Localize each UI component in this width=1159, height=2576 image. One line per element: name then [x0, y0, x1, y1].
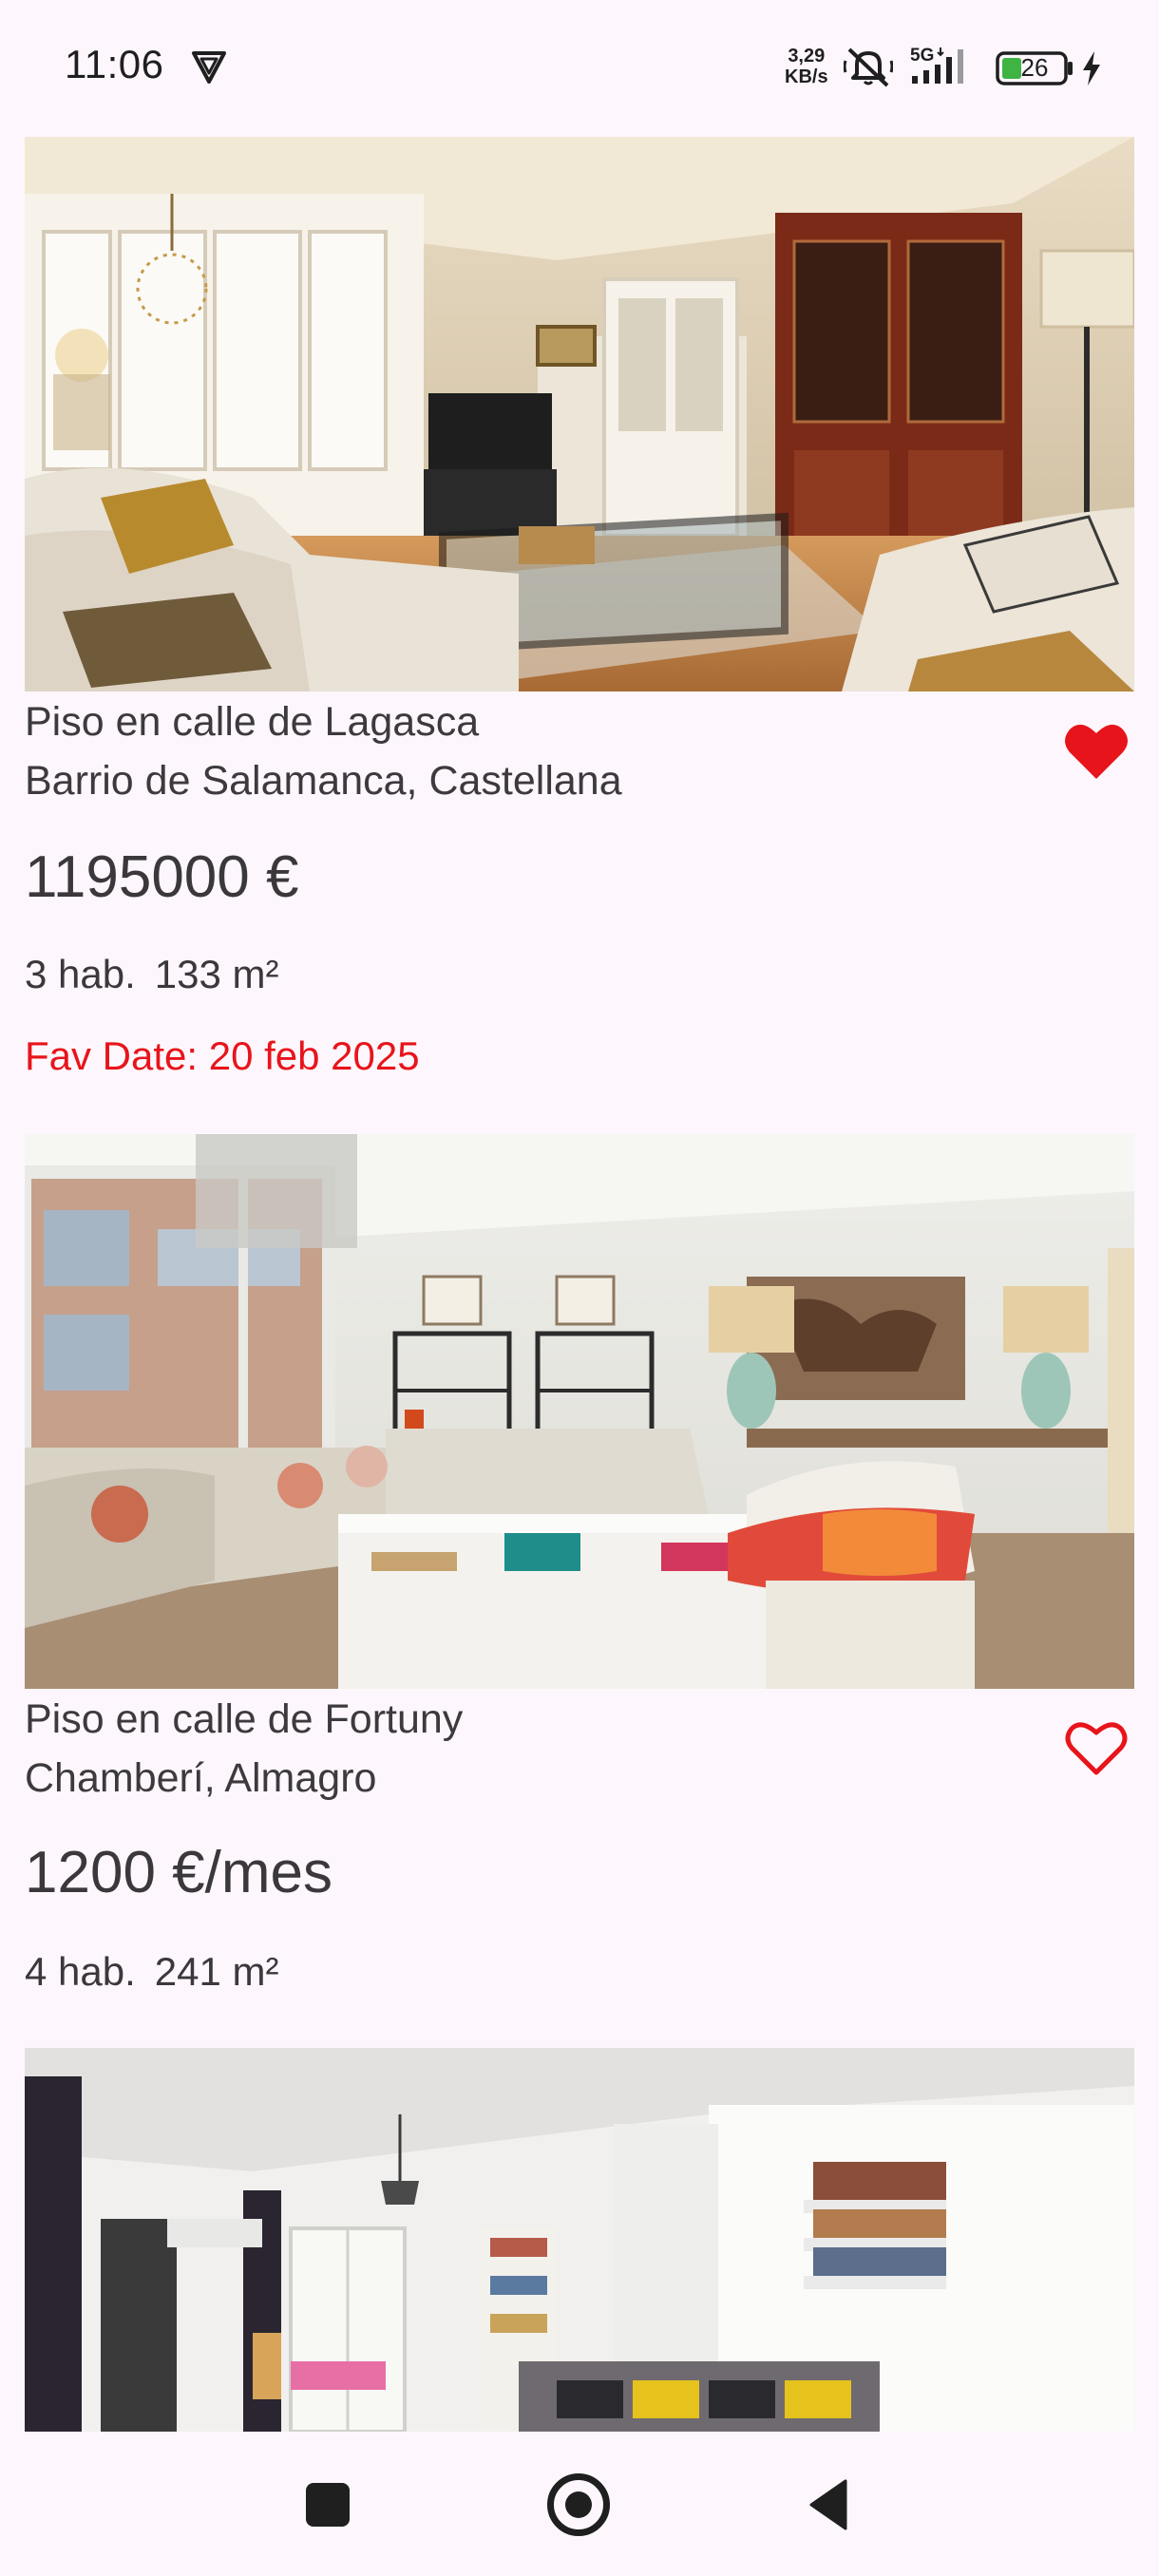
- living-room-image: [25, 2048, 1134, 2432]
- status-time: 11:06: [65, 42, 164, 86]
- listing-photo[interactable]: [25, 137, 1134, 691]
- charging-icon: [1083, 51, 1100, 85]
- favorite-button[interactable]: [1062, 1717, 1130, 1780]
- listing-specs: 3 hab. 133 m²: [25, 952, 298, 997]
- back-icon[interactable]: [808, 2479, 849, 2530]
- network-speed: 3,29 KB/s: [785, 46, 828, 87]
- favorite-date: Fav Date: 20 feb 2025: [25, 1033, 420, 1078]
- battery-level: 26: [1020, 53, 1049, 82]
- network-type: 5G: [910, 46, 934, 66]
- listing-area: 133 m²: [154, 952, 279, 996]
- network-speed-unit: KB/s: [785, 66, 828, 87]
- favorite-button[interactable]: [1062, 720, 1130, 783]
- listing-area: 241 m²: [154, 1949, 279, 1994]
- listing-title: Piso en calle de Lagasca: [25, 699, 480, 745]
- listing-specs: 4 hab. 241 m²: [25, 1949, 298, 1995]
- listing-price: 1195000 €: [25, 844, 299, 910]
- listing-rooms: 4 hab.: [25, 1949, 136, 1994]
- listing-photo[interactable]: [25, 2048, 1134, 2432]
- listing-rooms: 3 hab.: [25, 952, 136, 996]
- home-icon-dot: [565, 2491, 592, 2518]
- network-speed-value: 3,29: [788, 46, 826, 66]
- listing-title: Piso en calle de Fortuny: [25, 1696, 464, 1742]
- living-room-image: [25, 1134, 1134, 1689]
- signal-icon: 5G: [910, 46, 963, 84]
- status-bar: 11:06 3,29 KB/s 5G 26: [0, 0, 1159, 133]
- app-screen: 11:06 3,29 KB/s 5G 26 Piso en calle de L…: [0, 0, 1159, 2576]
- vpn-icon: [192, 51, 226, 84]
- recent-apps-icon[interactable]: [306, 2483, 350, 2527]
- home-icon[interactable]: [547, 2473, 610, 2536]
- heart-outline-icon: [1065, 1722, 1128, 1775]
- mute-icon: [844, 47, 893, 87]
- listing-price: 1200 €/mes: [25, 1840, 332, 1905]
- listing-location: Chamberí, Almagro: [25, 1755, 377, 1801]
- living-room-image: [25, 137, 1134, 691]
- heart-filled-icon: [1065, 724, 1128, 779]
- listing-photo[interactable]: [25, 1134, 1134, 1689]
- listing-location: Barrio de Salamanca, Castellana: [25, 758, 622, 804]
